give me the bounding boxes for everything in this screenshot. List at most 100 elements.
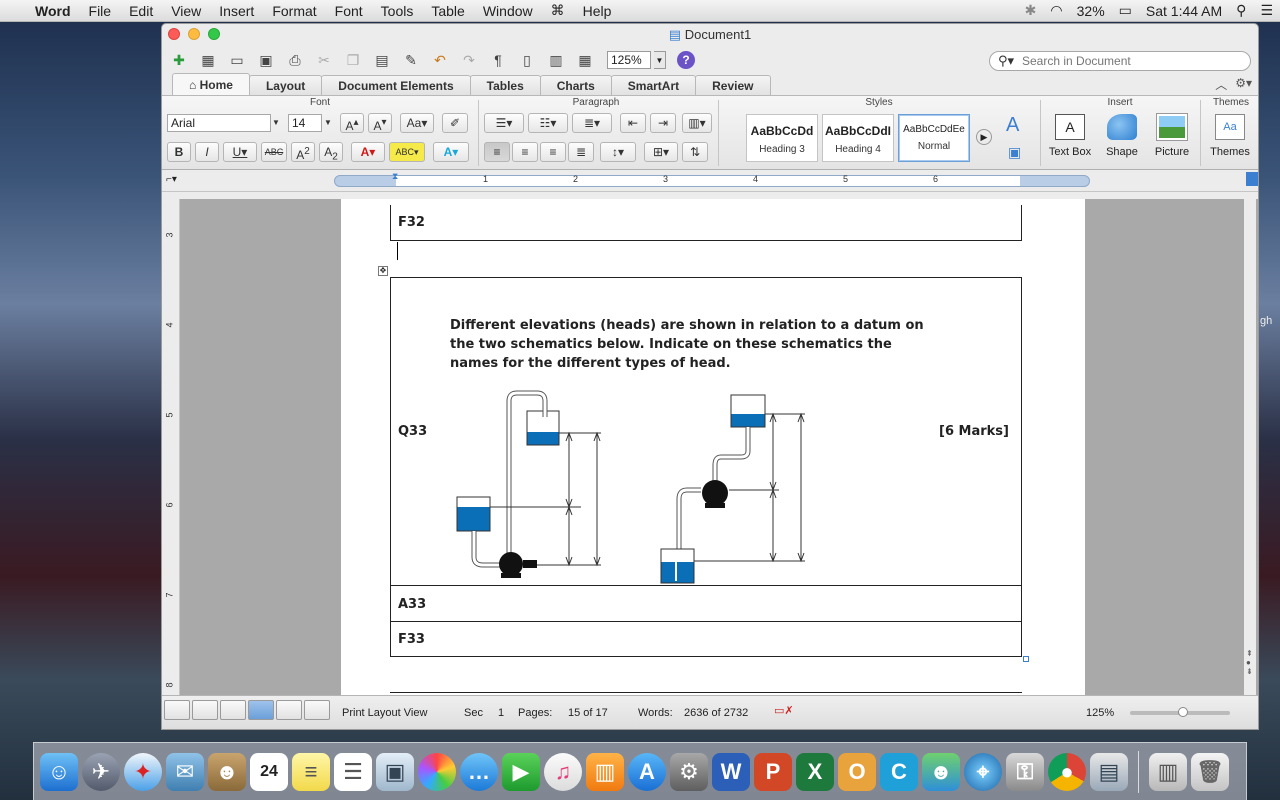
sort-button[interactable]: ⇅ [682, 142, 708, 162]
finder-icon[interactable]: ☺ [40, 752, 78, 791]
font-size-dropdown-icon[interactable]: ▼ [324, 118, 332, 127]
styles-next-icon[interactable]: ▶ [976, 129, 992, 145]
insert-text-box-button[interactable]: A Text Box [1046, 114, 1094, 158]
line-spacing-button[interactable]: ↕▾ [600, 142, 636, 162]
collapse-ribbon-icon[interactable]: ︿ [1215, 76, 1227, 93]
battery-icon[interactable]: ▭ [1112, 2, 1139, 19]
ribbon-settings-icon[interactable]: ⚙▾ [1235, 76, 1252, 93]
grow-font-button[interactable]: A▴ [340, 113, 364, 133]
bluetooth-icon[interactable]: ✱ [1018, 2, 1044, 19]
photos-icon[interactable] [418, 752, 456, 791]
font-name-dropdown-icon[interactable]: ▼ [272, 118, 280, 127]
indent-marker[interactable]: ⧗ [392, 171, 398, 182]
change-case-button[interactable]: Aa▾ [400, 113, 434, 133]
format-painter-icon[interactable]: ✎ [398, 49, 424, 71]
communicator-icon[interactable]: C [880, 752, 918, 791]
clock[interactable]: Sat 1:44 AM [1139, 3, 1229, 19]
chrome-icon[interactable]: ● [1048, 752, 1086, 791]
network-icon[interactable]: ⌖ [964, 752, 1002, 791]
menu-view[interactable]: View [162, 3, 210, 19]
styles-pane-icon[interactable]: ▣ [1008, 144, 1021, 161]
borders-button[interactable]: ⊞▾ [644, 142, 678, 162]
notebook-view-button[interactable] [276, 700, 302, 720]
table-cell-f33[interactable]: F33 [390, 621, 1022, 657]
text-effects-button[interactable]: A▾ [433, 142, 469, 162]
focus-view-button[interactable] [304, 700, 330, 720]
safari-icon[interactable]: ✦ [124, 752, 162, 791]
proofing-icon[interactable]: ▭✗ [774, 704, 794, 717]
notification-center-icon[interactable]: ☰ [1253, 2, 1280, 19]
battery-status[interactable]: 32% [1070, 3, 1112, 19]
system-preferences-icon[interactable]: ⚙ [670, 752, 708, 791]
page-nav-icon[interactable]: ⇞ ● ⇟ [1246, 649, 1253, 676]
sidebar-icon[interactable]: ▥ [543, 49, 569, 71]
ibooks-icon[interactable]: ▥ [586, 752, 624, 791]
print-layout-view-button[interactable] [248, 700, 274, 720]
print-icon[interactable]: ⎙ [282, 49, 308, 71]
clear-formatting-button[interactable]: ✐ [442, 113, 468, 133]
menu-format[interactable]: Format [263, 3, 325, 19]
zoom-slider[interactable] [1130, 707, 1230, 717]
menu-window[interactable]: Window [474, 3, 542, 19]
vertical-ruler[interactable]: 3 4 5 6 7 8 [162, 199, 180, 696]
view-layout-icon[interactable]: ▯ [514, 49, 540, 71]
preview-icon[interactable]: ▣ [376, 752, 414, 791]
superscript-button[interactable]: A2 [291, 142, 315, 162]
justify-button[interactable]: ≣ [568, 142, 594, 162]
tab-tables[interactable]: Tables [469, 75, 541, 95]
decrease-indent-button[interactable]: ⇤ [620, 113, 646, 133]
subscript-button[interactable]: A2 [319, 142, 343, 162]
minimize-window-button[interactable] [188, 28, 200, 40]
vertical-scrollbar[interactable]: ⇞ ● ⇟ [1244, 199, 1256, 696]
increase-indent-button[interactable]: ⇥ [650, 113, 676, 133]
table-cell-f32[interactable]: F32 [390, 205, 1022, 241]
columns-button[interactable]: ▥▾ [682, 113, 712, 133]
app-store-icon[interactable]: A [628, 752, 666, 791]
multilevel-list-button[interactable]: ≣▾ [572, 113, 612, 133]
horizontal-ruler[interactable]: ⌐▾ ⧗ 1 2 3 4 5 6 [162, 170, 1258, 192]
search-icon[interactable]: ⚲▾ [990, 53, 1022, 69]
style-heading-4[interactable]: AaBbCcDdI Heading 4 [822, 114, 894, 162]
menu-table[interactable]: Table [422, 3, 473, 19]
tab-layout[interactable]: Layout [248, 75, 323, 95]
mail-icon[interactable]: ✉ [166, 752, 204, 791]
underline-button[interactable]: U▾ [223, 142, 257, 162]
table-cell-a33[interactable]: A33 [390, 585, 1022, 622]
align-right-button[interactable]: ≡ [540, 142, 566, 162]
documents-folder-icon[interactable]: ▥ [1149, 752, 1187, 791]
table-resize-handle[interactable] [1023, 656, 1029, 662]
font-size-select[interactable]: 14 [288, 114, 322, 132]
word-icon[interactable]: W [712, 752, 750, 791]
paste-icon[interactable]: ▤ [369, 49, 395, 71]
redo-icon[interactable]: ↷ [456, 49, 482, 71]
zoom-window-button[interactable] [208, 28, 220, 40]
open-icon[interactable]: ▭ [224, 49, 250, 71]
bold-button[interactable]: B [167, 142, 191, 162]
outlook-icon[interactable]: O [838, 752, 876, 791]
menu-file[interactable]: File [80, 3, 121, 19]
help-icon[interactable]: ? [677, 51, 695, 69]
draft-view-button[interactable] [164, 700, 190, 720]
tab-stop-icon[interactable]: ⌐▾ [166, 174, 177, 185]
menu-tools[interactable]: Tools [372, 3, 423, 19]
publishing-view-button[interactable] [220, 700, 246, 720]
templates-icon[interactable]: ▦ [195, 49, 221, 71]
pilcrow-icon[interactable]: ¶ [485, 49, 511, 71]
text-styles-icon[interactable]: A [1006, 114, 1019, 137]
copy-icon[interactable]: ❐ [340, 49, 366, 71]
strikethrough-button[interactable]: ABC [261, 142, 287, 162]
cut-icon[interactable]: ✂ [311, 49, 337, 71]
align-center-button[interactable]: ≡ [512, 142, 538, 162]
search-input[interactable] [1022, 54, 1242, 68]
notes-icon[interactable]: ≡ [292, 752, 330, 791]
bullets-button[interactable]: ☰▾ [484, 113, 524, 133]
zoom-slider-thumb[interactable] [1178, 707, 1188, 717]
keychain-icon[interactable]: ⚿ [1006, 752, 1044, 791]
tab-home[interactable]: ⌂ Home [172, 73, 250, 95]
wifi-icon[interactable]: ◠ [1043, 2, 1069, 19]
menu-app-name[interactable]: Word [26, 3, 80, 19]
spotlight-icon[interactable]: ⚲ [1229, 2, 1253, 19]
tab-charts[interactable]: Charts [539, 75, 612, 95]
font-color-button[interactable]: A▾ [351, 142, 385, 162]
script-icon[interactable]: ⌘ [542, 2, 574, 19]
